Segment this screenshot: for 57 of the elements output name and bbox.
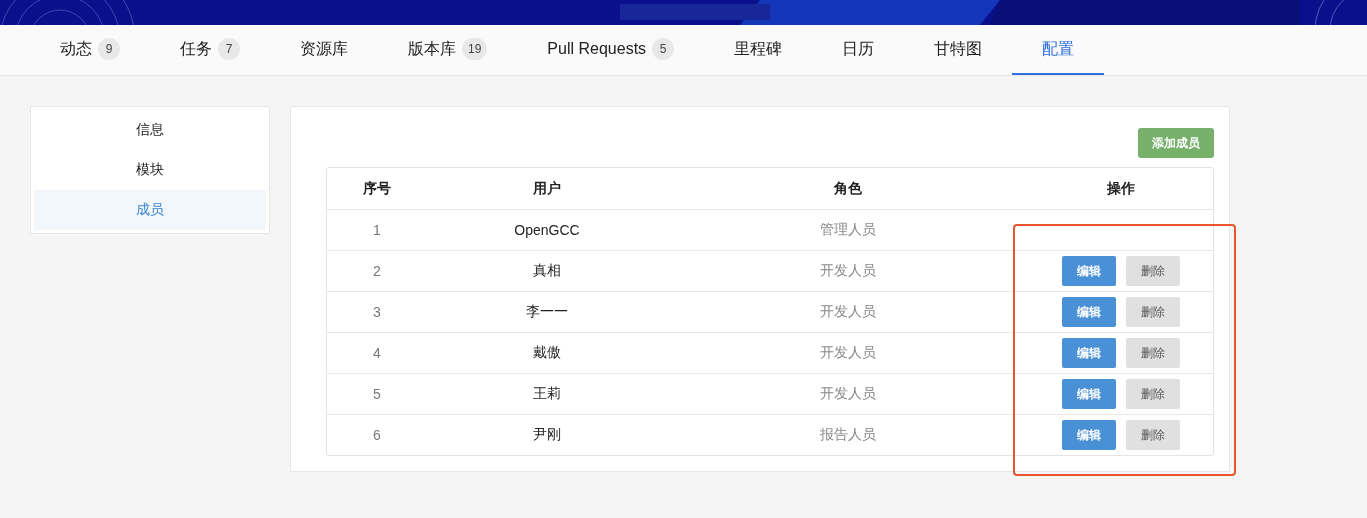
table-cell-text: 1 [372, 222, 382, 238]
table-cell-text: 王莉 [532, 385, 562, 403]
table-cell-text: 4 [372, 345, 382, 361]
table-cell-text: 管理人员 [819, 221, 877, 239]
table-cell-text: 6 [372, 427, 382, 443]
count-badge: 19 [462, 38, 488, 60]
count-badge: 9 [98, 38, 120, 60]
nav-tab[interactable]: 配置 [1012, 25, 1105, 75]
delete-button[interactable]: 删除 [1126, 338, 1180, 368]
tab-label: 配置 [1042, 38, 1075, 59]
nav-tab[interactable]: Pull Requests 5 [517, 25, 705, 75]
delete-button[interactable]: 删除 [1126, 256, 1180, 286]
table-cell-text: 开发人员 [819, 385, 877, 403]
count-badge: 5 [652, 38, 675, 60]
nav-tab[interactable]: 日历 [812, 25, 905, 75]
table-cell-text: 报告人员 [819, 426, 877, 444]
table-cell-text: 尹刚 [532, 426, 562, 444]
table-cell-text: 开发人员 [819, 303, 877, 321]
column-header: 用户 [532, 179, 562, 198]
tab-label: 动态 [60, 38, 92, 59]
delete-button[interactable]: 删除 [1126, 379, 1180, 409]
edit-button[interactable]: 编辑 [1062, 297, 1116, 327]
tab-label: Pull Requests [547, 40, 647, 58]
nav-tab[interactable]: 里程碑 [704, 25, 813, 75]
tab-label: 版本库 [408, 38, 456, 59]
sidebar-item[interactable]: 信息 [34, 110, 266, 150]
count-badge: 7 [218, 38, 240, 60]
tab-label: 资源库 [300, 38, 348, 59]
nav-tab[interactable]: 版本库 19 [378, 25, 518, 75]
edit-button[interactable]: 编辑 [1062, 256, 1116, 286]
column-header: 操作 [1106, 179, 1136, 198]
table-cell-text: 戴傲 [532, 344, 562, 362]
delete-button[interactable]: 删除 [1126, 297, 1180, 327]
table-cell-text: 5 [372, 386, 382, 402]
edit-button[interactable]: 编辑 [1062, 379, 1116, 409]
table-cell-text: 开发人员 [819, 262, 877, 280]
table-cell-text: 2 [372, 263, 382, 279]
column-header: 角色 [833, 179, 863, 198]
table-cell-text: 真相 [532, 262, 562, 280]
tab-label: 日历 [842, 38, 875, 59]
tab-label: 里程碑 [734, 38, 783, 59]
sidebar-item[interactable]: 成员 [34, 190, 266, 230]
nav-tab[interactable]: 甘特图 [904, 25, 1013, 75]
nav-tab[interactable]: 资源库 [270, 25, 378, 75]
tab-label: 任务 [180, 38, 212, 59]
column-header: 序号 [362, 179, 392, 198]
nav-tab[interactable]: 任务 7 [150, 25, 270, 75]
delete-button[interactable]: 删除 [1126, 420, 1180, 450]
table-cell-text: OpenGCC [513, 222, 581, 238]
tab-label: 甘特图 [934, 38, 983, 59]
table-cell-text: 开发人员 [819, 344, 877, 362]
edit-button[interactable]: 编辑 [1062, 338, 1116, 368]
table-cell-text: 李一一 [525, 303, 569, 321]
nav-tab[interactable]: 动态 9 [30, 25, 150, 75]
sidebar-item[interactable]: 模块 [34, 150, 266, 190]
table-cell-text: 3 [372, 304, 382, 320]
edit-button[interactable]: 编辑 [1062, 420, 1116, 450]
